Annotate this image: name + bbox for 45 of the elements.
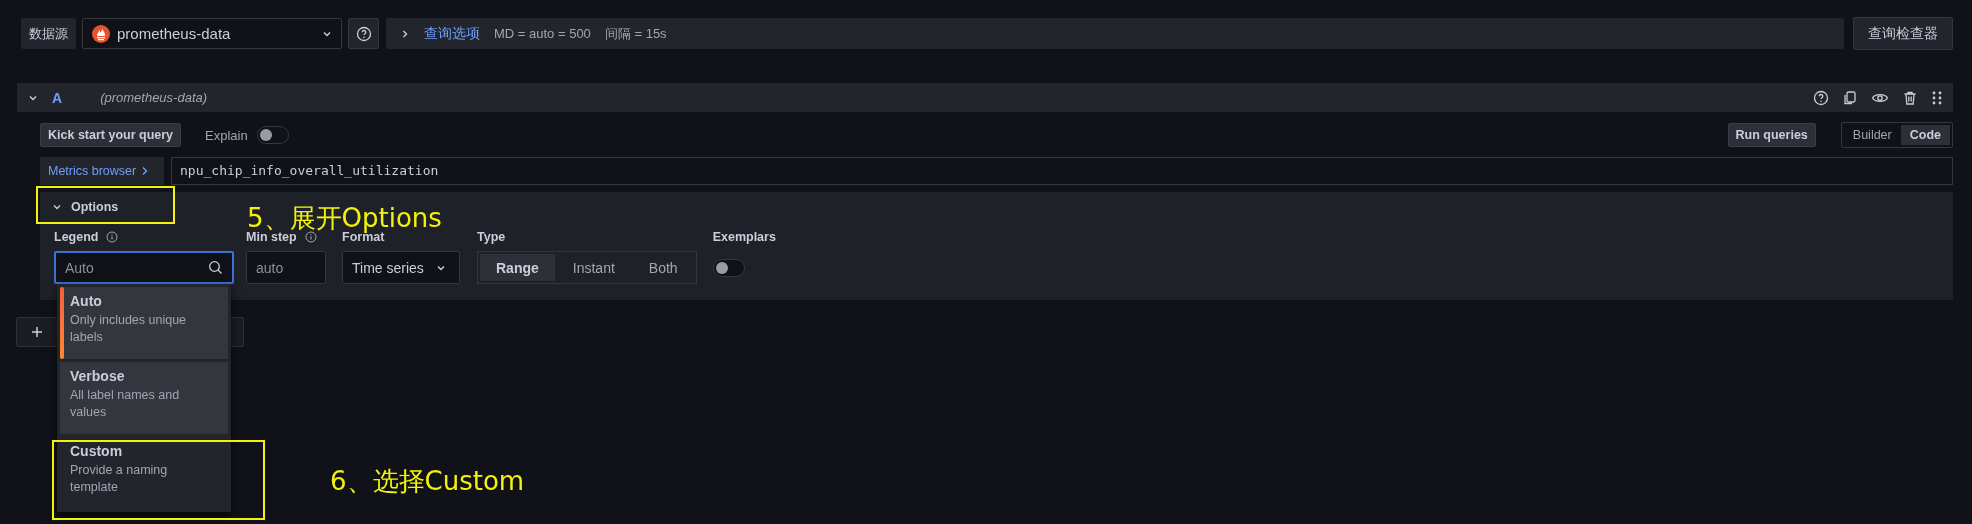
annotation-text: 5、展开Options	[247, 202, 442, 233]
field-label: Exemplars	[712, 230, 776, 244]
run-queries-button[interactable]: Run queries	[1727, 123, 1816, 147]
query-expression-field[interactable]: npu_chip_info_overall_utilization	[171, 157, 1953, 185]
chevron-right-icon	[141, 166, 150, 176]
search-icon	[208, 260, 223, 275]
type-option[interactable]: Both	[632, 254, 694, 281]
copy-icon[interactable]	[1842, 89, 1858, 106]
legend-option[interactable]: Auto Only includes unique labels	[60, 287, 228, 359]
query-datasource-label: (prometheus-data)	[100, 90, 208, 105]
field-label: Legend	[54, 230, 99, 244]
annotation-text: 6、选择Custom	[330, 465, 525, 497]
type-option[interactable]: Instant	[556, 254, 631, 281]
kick-start-button[interactable]: Kick start your query	[40, 123, 182, 147]
explain-label: Explain	[205, 127, 248, 143]
explain-toggle[interactable]	[256, 126, 289, 144]
legend-option[interactable]: Verbose All label names and values	[60, 362, 228, 434]
help-icon	[1813, 89, 1829, 106]
help-button[interactable]	[348, 18, 379, 49]
plus-icon	[31, 326, 43, 338]
options-toggle[interactable]: Options	[40, 192, 119, 222]
editor-mode-tab[interactable]: Builder	[1843, 125, 1901, 145]
help-icon	[355, 25, 372, 42]
query-options-summary: MD = auto = 500	[494, 26, 591, 41]
drag-handle-icon[interactable]	[1931, 89, 1943, 106]
type-option[interactable]: Range	[480, 254, 555, 281]
flame-logo-icon	[92, 24, 110, 43]
field-label: Type	[477, 230, 506, 244]
datasource-label: 数据源	[21, 18, 76, 49]
query-options-link[interactable]: 查询选项	[424, 24, 480, 43]
field-label: Min step	[246, 230, 297, 244]
legend-select[interactable]: Auto	[54, 251, 234, 284]
format-select[interactable]: Time series	[342, 251, 460, 284]
editor-mode-tab[interactable]: Code	[1900, 125, 1950, 145]
metrics-browser-button[interactable]: Metrics browser	[40, 157, 164, 185]
legend-option[interactable]: Custom Provide a naming template	[60, 437, 228, 509]
query-inspector-button[interactable]: 查询检查器	[1853, 17, 1953, 50]
min-step-field[interactable]: auto	[246, 251, 326, 284]
chevron-right-icon	[400, 28, 410, 39]
query-options-summary: 间隔 = 15s	[604, 24, 667, 43]
trash-icon[interactable]	[1902, 89, 1918, 106]
datasource-select[interactable]: prometheus-data	[82, 18, 342, 49]
query-ref-label[interactable]: A	[52, 89, 63, 106]
exemplars-toggle[interactable]	[712, 259, 745, 277]
query-options-bar[interactable]: 查询选项 MD = auto = 500 间隔 = 15s	[386, 18, 1844, 49]
